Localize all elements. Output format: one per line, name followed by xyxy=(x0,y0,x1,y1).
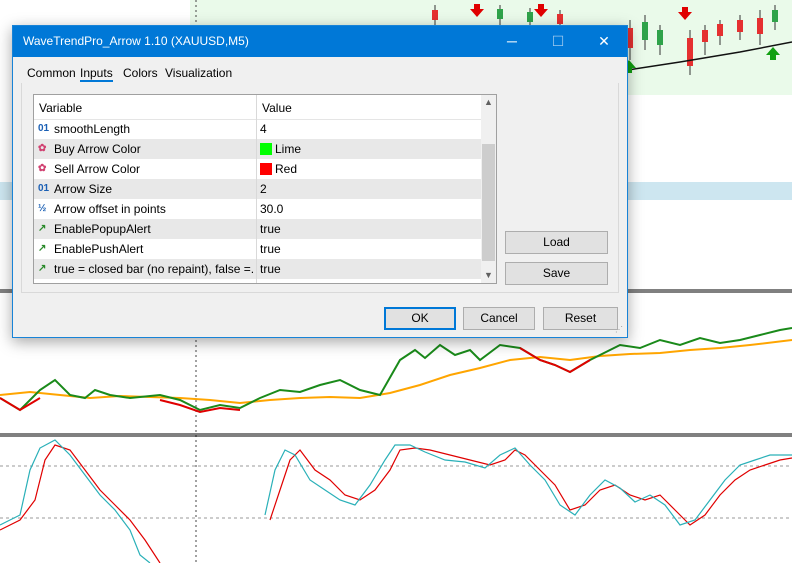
column-header-variable[interactable]: Variable xyxy=(39,101,82,115)
integer-icon: 01 xyxy=(38,123,50,134)
close-button[interactable]: ✕ xyxy=(581,26,627,57)
boolean-icon: ↗ xyxy=(38,223,47,234)
indicator-properties-dialog: WaveTrendPro_Arrow 1.10 (XAUUSD,M5) ─ ☐ … xyxy=(12,25,628,338)
table-header: Variable Value xyxy=(34,95,481,120)
cancel-button[interactable]: Cancel xyxy=(463,307,535,330)
table-row[interactable]: ✿ Sell Arrow Color Red xyxy=(34,159,481,179)
load-button[interactable]: Load xyxy=(505,231,608,254)
tab-bar: Common Inputs Colors Visualization xyxy=(13,57,627,83)
table-row[interactable]: ↗ EnablePushAlert true xyxy=(34,239,481,259)
tab-colors[interactable]: Colors xyxy=(123,66,158,80)
variable-name: true = closed bar (no repaint), false =.… xyxy=(54,262,254,276)
variable-value[interactable]: true xyxy=(260,242,281,256)
tab-inputs[interactable]: Inputs xyxy=(80,66,113,82)
variable-name: smoothLength xyxy=(54,122,131,136)
color-swatch xyxy=(260,163,272,175)
tab-common[interactable]: Common xyxy=(27,66,76,80)
window-title: WaveTrendPro_Arrow 1.10 (XAUUSD,M5) xyxy=(23,34,249,48)
scroll-down-icon[interactable]: ▼ xyxy=(481,268,496,283)
minimize-button[interactable]: ─ xyxy=(489,26,535,57)
vertical-scrollbar[interactable]: ▲ ▼ xyxy=(481,95,496,283)
variable-name: Arrow offset in points xyxy=(54,202,166,216)
variable-name: EnablePushAlert xyxy=(54,242,144,256)
title-bar[interactable]: WaveTrendPro_Arrow 1.10 (XAUUSD,M5) ─ ☐ … xyxy=(13,26,627,57)
variable-value[interactable]: 30.0 xyxy=(260,202,283,216)
table-row[interactable]: ✿ Buy Arrow Color Lime xyxy=(34,139,481,159)
save-button[interactable]: Save xyxy=(505,262,608,285)
scrollbar-thumb[interactable] xyxy=(482,144,495,261)
variable-name: Arrow Size xyxy=(54,182,113,196)
scroll-up-icon[interactable]: ▲ xyxy=(481,95,496,110)
column-header-value[interactable]: Value xyxy=(262,101,292,115)
table-row[interactable]: ↗ EnablePopupAlert true xyxy=(34,219,481,239)
color-value-label: Lime xyxy=(275,142,302,156)
reset-button[interactable]: Reset xyxy=(543,307,618,330)
color-icon: ✿ xyxy=(38,163,47,174)
variable-value[interactable]: Lime xyxy=(260,142,301,156)
variable-value[interactable]: Red xyxy=(260,162,297,176)
variable-value[interactable]: true xyxy=(260,222,281,236)
resize-grip-icon[interactable]: ⋰ xyxy=(615,325,625,335)
tab-visualization[interactable]: Visualization xyxy=(165,66,232,80)
double-icon: ½ xyxy=(38,203,47,214)
variable-name: Sell Arrow Color xyxy=(54,162,141,176)
color-icon: ✿ xyxy=(38,143,47,154)
variable-value[interactable]: 4 xyxy=(260,122,267,136)
boolean-icon: ↗ xyxy=(38,243,47,254)
variable-value[interactable]: 2 xyxy=(260,182,267,196)
color-swatch xyxy=(260,143,272,155)
variable-value[interactable]: true xyxy=(260,262,281,276)
variable-name: Buy Arrow Color xyxy=(54,142,141,156)
column-divider[interactable] xyxy=(256,95,257,283)
table-row[interactable]: ↗ true = closed bar (no repaint), false … xyxy=(34,259,481,279)
inputs-table: Variable Value 01 smoothLength 4 ✿ Buy A… xyxy=(33,94,497,284)
boolean-icon: ↗ xyxy=(38,263,47,274)
color-value-label: Red xyxy=(275,162,298,176)
maximize-button[interactable]: ☐ xyxy=(535,26,581,57)
table-row[interactable]: ½ Arrow offset in points 30.0 xyxy=(34,199,481,219)
integer-icon: 01 xyxy=(38,183,50,194)
table-row[interactable]: 01 smoothLength 4 xyxy=(34,119,481,139)
variable-name: EnablePopupAlert xyxy=(54,222,151,236)
table-row[interactable]: 01 Arrow Size 2 xyxy=(34,179,481,199)
ok-button[interactable]: OK xyxy=(384,307,456,330)
